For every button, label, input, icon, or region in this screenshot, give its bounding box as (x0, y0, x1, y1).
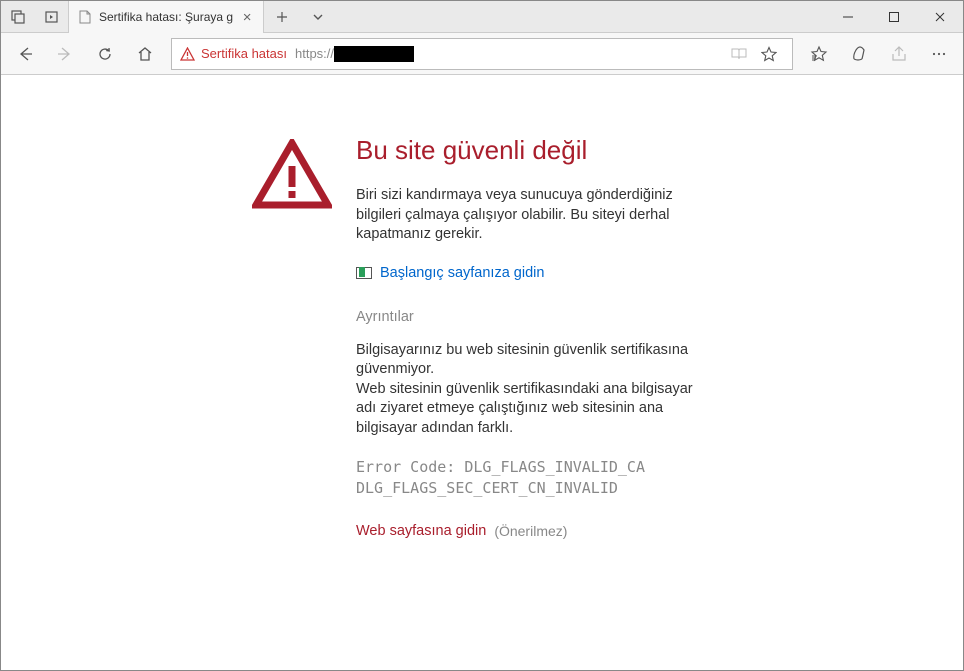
refresh-button[interactable] (85, 35, 125, 73)
continue-to-page-link[interactable]: Web sayfasına gidin (356, 523, 486, 539)
settings-more-button[interactable] (919, 35, 959, 73)
tab-list-button[interactable] (300, 1, 336, 32)
browser-tab[interactable]: Sertifika hatası: Şuraya g × (69, 1, 264, 33)
url-host-redacted (334, 46, 414, 62)
start-page-icon (356, 267, 372, 279)
details-header: Ayrıntılar (356, 309, 712, 325)
titlebar-left-controls (1, 1, 69, 32)
error-description: Biri sizi kandırmaya veya sunucuya gönde… (356, 186, 712, 245)
new-tab-button[interactable] (264, 1, 300, 32)
set-aside-tabs-icon[interactable] (35, 1, 69, 33)
back-button[interactable] (5, 35, 45, 73)
tab-title: Sertifika hatası: Şuraya g (99, 10, 233, 24)
favorite-icon[interactable] (754, 46, 784, 62)
error-body: Bu site güvenli değil Biri sizi kandırma… (356, 135, 712, 539)
error-code-2: DLG_FLAGS_SEC_CERT_CN_INVALID (356, 479, 618, 497)
error-code-label: Error Code: (356, 458, 464, 476)
titlebar: Sertifika hatası: Şuraya g × (1, 1, 963, 33)
close-window-button[interactable] (917, 1, 963, 33)
titlebar-spacer (336, 1, 825, 32)
reading-view-icon[interactable] (724, 47, 754, 61)
warning-triangle-icon (252, 139, 332, 211)
minimize-button[interactable] (825, 1, 871, 33)
error-icon-column (252, 135, 332, 539)
go-to-start-page-link[interactable]: Başlangıç sayfanıza gidin (380, 265, 544, 281)
details-text: Bilgisayarınız bu web sitesinin güvenlik… (356, 341, 712, 439)
forward-button[interactable] (45, 35, 85, 73)
details-line-2: Web sitesinin güvenlik sertifikasındaki … (356, 381, 693, 436)
tab-favicon-blank-icon (77, 9, 93, 25)
continue-not-recommended-label: (Önerilmez) (494, 523, 567, 539)
certificate-error-page: Bu site güvenli değil Biri sizi kandırma… (252, 135, 712, 539)
window-controls (825, 1, 963, 32)
url-scheme: https:// (295, 46, 334, 61)
notes-button[interactable] (839, 35, 879, 73)
error-code-block: Error Code: DLG_FLAGS_INVALID_CA DLG_FLA… (356, 457, 712, 499)
tab-close-button[interactable]: × (239, 9, 255, 26)
share-button[interactable] (879, 35, 919, 73)
certificate-warning-icon (180, 47, 195, 61)
home-button[interactable] (125, 35, 165, 73)
favorites-hub-button[interactable] (799, 35, 839, 73)
address-bar[interactable]: Sertifika hatası https:// (171, 38, 793, 70)
error-title: Bu site güvenli değil (356, 135, 712, 166)
continue-row: Web sayfasına gidin (Önerilmez) (356, 523, 712, 539)
go-home-row: Başlangıç sayfanıza gidin (356, 265, 712, 281)
error-code-1: DLG_FLAGS_INVALID_CA (464, 458, 645, 476)
certificate-error-label: Sertifika hatası (201, 46, 287, 61)
maximize-button[interactable] (871, 1, 917, 33)
toolbar: Sertifika hatası https:// (1, 33, 963, 75)
tab-overview-icon[interactable] (1, 1, 35, 33)
details-line-1: Bilgisayarınız bu web sitesinin güvenlik… (356, 342, 688, 378)
page-content: Bu site güvenli değil Biri sizi kandırma… (1, 75, 963, 539)
